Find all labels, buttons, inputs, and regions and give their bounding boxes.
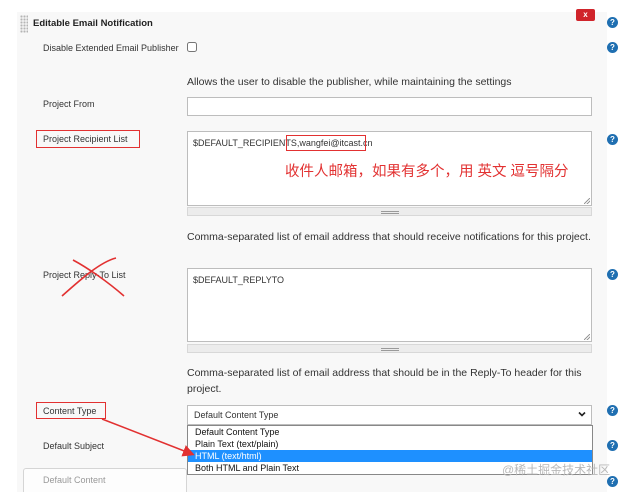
email-notification-config: Editable Email Notification x ? Disable …	[0, 0, 637, 492]
cross-out-mark	[61, 257, 117, 297]
annotation-arrow	[101, 418, 195, 457]
watermark: @稀土掘金技术社区	[502, 463, 611, 477]
annotation-overlay	[61, 257, 195, 457]
